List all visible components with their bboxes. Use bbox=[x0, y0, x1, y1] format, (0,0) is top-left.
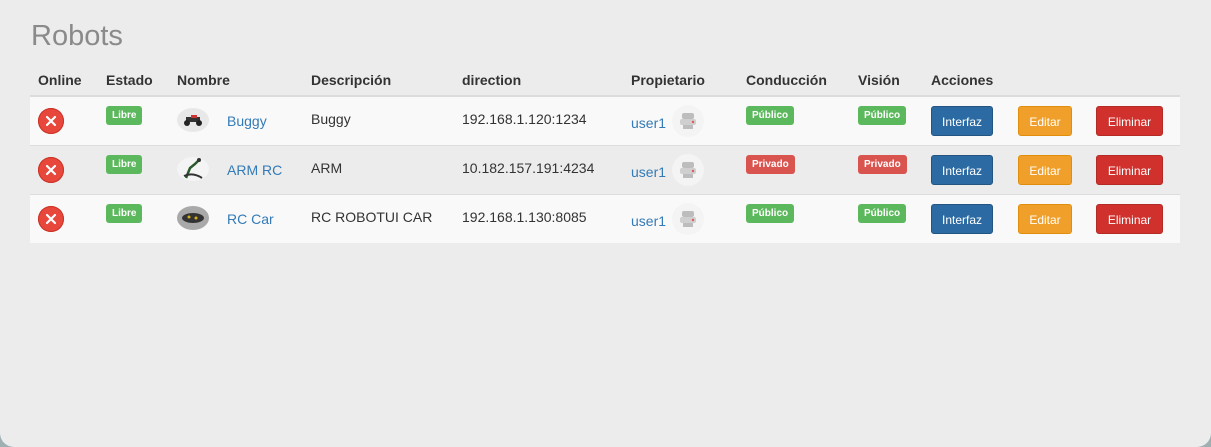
online-cell bbox=[30, 144, 98, 194]
editar-button[interactable]: Editar bbox=[1018, 105, 1072, 136]
robots-table: Online Estado Nombre Descripción directi… bbox=[30, 64, 1180, 243]
header-editar-col bbox=[1010, 64, 1088, 97]
vision-badge: Público bbox=[858, 203, 907, 223]
online-cell bbox=[30, 193, 98, 243]
estado-cell: Libre bbox=[98, 193, 169, 243]
robot-name-link[interactable]: Buggy bbox=[227, 113, 267, 129]
estado-cell: Libre bbox=[98, 144, 169, 194]
nombre-cell: ARM RC bbox=[169, 144, 303, 194]
vision-badge: Privado bbox=[858, 154, 907, 174]
eliminar-cell: Eliminar bbox=[1088, 95, 1180, 145]
direction-text: 10.182.157.191:4234 bbox=[462, 159, 595, 176]
conduccion-badge: Público bbox=[746, 203, 795, 223]
robot-name-link[interactable]: ARM RC bbox=[227, 162, 282, 178]
descripcion-cell: RC ROBOTUI CAR bbox=[303, 193, 454, 243]
status-badge: Libre bbox=[106, 105, 143, 125]
header-direction: direction bbox=[454, 64, 623, 97]
robot-thumbnail-icon bbox=[177, 107, 209, 132]
header-conduccion: Conducción bbox=[738, 64, 850, 97]
nombre-cell: RC Car bbox=[169, 193, 303, 243]
eliminar-button[interactable]: Eliminar bbox=[1096, 203, 1163, 234]
interfaz-button[interactable]: Interfaz bbox=[931, 203, 993, 234]
user-avatar-icon bbox=[672, 153, 705, 186]
editar-cell: Editar bbox=[1010, 144, 1088, 194]
direction-text: 192.168.1.120:1234 bbox=[462, 110, 587, 127]
direction-cell: 192.168.1.130:8085 bbox=[454, 193, 623, 243]
owner-link[interactable]: user1 bbox=[631, 213, 666, 229]
interfaz-button[interactable]: Interfaz bbox=[931, 105, 993, 136]
header-eliminar-col bbox=[1088, 64, 1180, 97]
user-avatar-icon bbox=[672, 202, 705, 235]
owner-link[interactable]: user1 bbox=[631, 164, 666, 180]
status-badge: Libre bbox=[106, 154, 143, 174]
direction-text: 192.168.1.130:8085 bbox=[462, 208, 587, 225]
header-online: Online bbox=[30, 64, 98, 97]
header-vision: Visión bbox=[850, 64, 923, 97]
header-propietario: Propietario bbox=[623, 64, 738, 97]
table-header-row: Online Estado Nombre Descripción directi… bbox=[30, 64, 1180, 97]
robot-name-link[interactable]: RC Car bbox=[227, 211, 274, 227]
header-acciones: Acciones bbox=[923, 64, 1010, 97]
propietario-cell: user1 bbox=[623, 95, 738, 145]
descripcion-text: ARM bbox=[311, 159, 343, 176]
conduccion-badge: Público bbox=[746, 105, 795, 125]
status-badge: Libre bbox=[106, 203, 143, 223]
editar-button[interactable]: Editar bbox=[1018, 154, 1072, 185]
conduccion-cell: Público bbox=[738, 193, 850, 243]
descripcion-cell: ARM bbox=[303, 144, 454, 194]
descripcion-text: RC ROBOTUI CAR bbox=[311, 208, 433, 225]
interfaz-cell: Interfaz bbox=[923, 144, 1010, 194]
user-avatar-icon bbox=[672, 104, 705, 137]
eliminar-button[interactable]: Eliminar bbox=[1096, 154, 1163, 185]
propietario-cell: user1 bbox=[623, 144, 738, 194]
close-circle-icon bbox=[38, 107, 64, 134]
estado-cell: Libre bbox=[98, 95, 169, 145]
vision-cell: Privado bbox=[850, 144, 923, 194]
eliminar-cell: Eliminar bbox=[1088, 193, 1180, 243]
conduccion-cell: Privado bbox=[738, 144, 850, 194]
interfaz-cell: Interfaz bbox=[923, 193, 1010, 243]
direction-cell: 10.182.157.191:4234 bbox=[454, 144, 623, 194]
interfaz-button[interactable]: Interfaz bbox=[931, 154, 993, 185]
content-panel: Robots Online Estado Nombre Descripción … bbox=[0, 0, 1211, 447]
robot-thumbnail-icon bbox=[177, 205, 209, 230]
editar-button[interactable]: Editar bbox=[1018, 203, 1072, 234]
table-row: Libre ARM RC ARM 10.182.157.191:4234 use… bbox=[30, 144, 1180, 194]
descripcion-cell: Buggy bbox=[303, 95, 454, 145]
nombre-cell: Buggy bbox=[169, 95, 303, 145]
table-row: Libre RC Car RC ROBOTUI CAR 192.168.1.13… bbox=[30, 193, 1180, 243]
editar-cell: Editar bbox=[1010, 95, 1088, 145]
owner-link[interactable]: user1 bbox=[631, 115, 666, 131]
close-circle-icon bbox=[38, 205, 64, 232]
vision-cell: Público bbox=[850, 193, 923, 243]
online-cell bbox=[30, 95, 98, 145]
propietario-cell: user1 bbox=[623, 193, 738, 243]
eliminar-button[interactable]: Eliminar bbox=[1096, 105, 1163, 136]
conduccion-badge: Privado bbox=[746, 154, 795, 174]
robot-thumbnail-icon bbox=[177, 156, 209, 181]
conduccion-cell: Público bbox=[738, 95, 850, 145]
header-nombre: Nombre bbox=[169, 64, 303, 97]
vision-badge: Público bbox=[858, 105, 907, 125]
table-row: Libre Buggy Buggy 192.168.1.120:1234 use… bbox=[30, 95, 1180, 145]
descripcion-text: Buggy bbox=[311, 110, 351, 127]
editar-cell: Editar bbox=[1010, 193, 1088, 243]
eliminar-cell: Eliminar bbox=[1088, 144, 1180, 194]
interfaz-cell: Interfaz bbox=[923, 95, 1010, 145]
vision-cell: Público bbox=[850, 95, 923, 145]
direction-cell: 192.168.1.120:1234 bbox=[454, 95, 623, 145]
header-estado: Estado bbox=[98, 64, 169, 97]
close-circle-icon bbox=[38, 156, 64, 183]
page-title: Robots bbox=[31, 20, 123, 52]
header-descripcion: Descripción bbox=[303, 64, 454, 97]
